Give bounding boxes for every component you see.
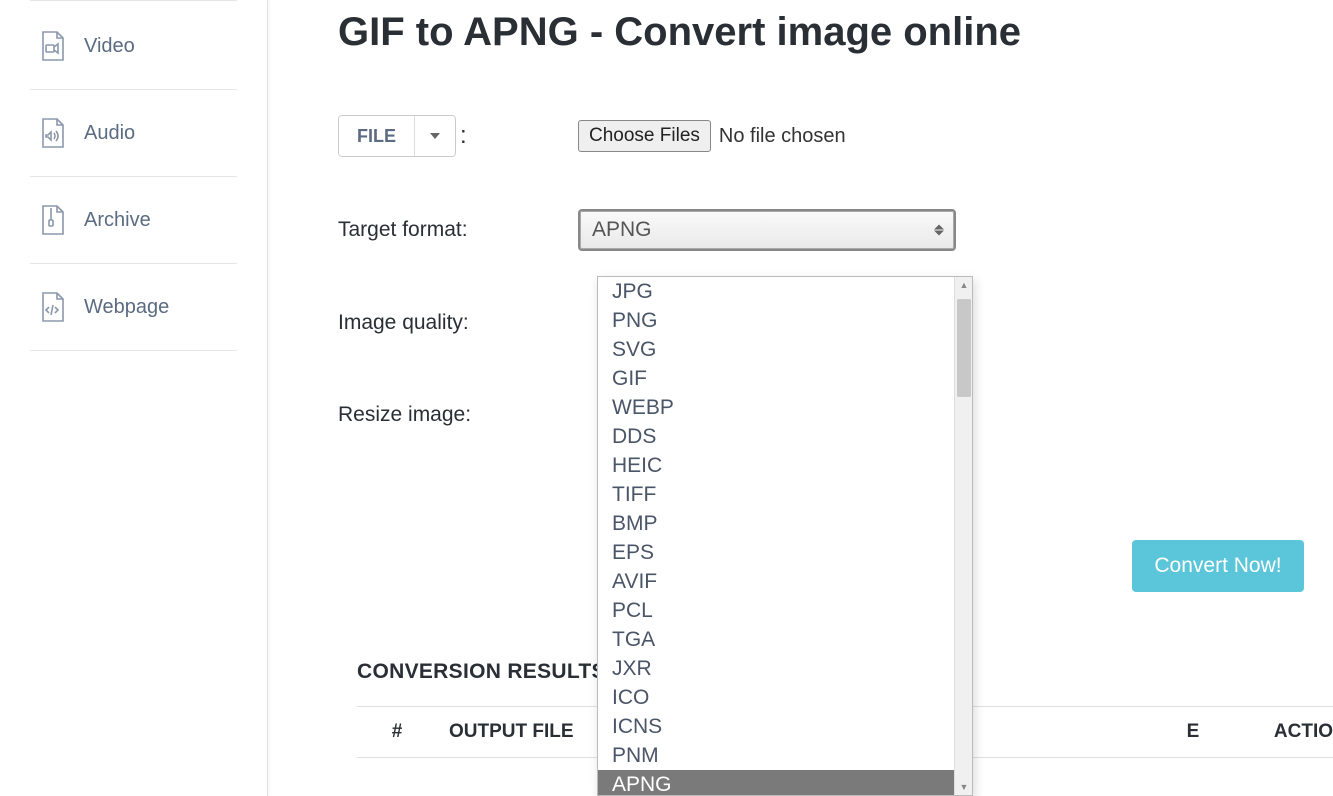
sidebar-item-archive[interactable]: Archive xyxy=(30,177,237,264)
choose-files-button[interactable]: Choose Files xyxy=(578,120,711,152)
webpage-file-icon xyxy=(40,292,64,322)
dropdown-option[interactable]: TGA xyxy=(598,625,954,654)
sidebar-item-webpage[interactable]: Webpage xyxy=(30,264,237,351)
target-format-dropdown: JPGPNGSVGGIFWEBPDDSHEICTIFFBMPEPSAVIFPCL… xyxy=(597,276,973,796)
dropdown-option[interactable]: DDS xyxy=(598,422,954,451)
sidebar-item-label: Audio xyxy=(84,122,135,145)
th-num: # xyxy=(357,721,437,743)
sidebar-inner: Video Audio xyxy=(30,0,237,351)
dropdown-option[interactable]: HEIC xyxy=(598,451,954,480)
dropdown-option[interactable]: ICNS xyxy=(598,712,954,741)
archive-file-icon xyxy=(40,205,64,235)
dropdown-option[interactable]: WEBP xyxy=(598,393,954,422)
scroll-down-icon[interactable]: ▼ xyxy=(955,779,973,795)
colon: : xyxy=(460,122,467,150)
dropdown-option[interactable]: ICO xyxy=(598,683,954,712)
dropdown-option[interactable]: JXR xyxy=(598,654,954,683)
file-input-wrap: Choose Files No file chosen xyxy=(578,120,1263,152)
image-quality-label: Image quality: xyxy=(338,311,578,335)
resize-label: Resize image: xyxy=(338,403,578,427)
sidebar-item-audio[interactable]: Audio xyxy=(30,90,237,177)
dropdown-option[interactable]: BMP xyxy=(598,509,954,538)
sidebar-item-label: Video xyxy=(84,35,135,58)
caret-down-icon xyxy=(430,133,440,139)
audio-file-icon xyxy=(40,118,64,148)
dropdown-option[interactable]: APNG xyxy=(598,770,954,796)
dropdown-option[interactable]: EPS xyxy=(598,538,954,567)
file-control-col: Choose Files No file chosen xyxy=(578,120,1263,152)
dropdown-scrollbar[interactable]: ▲ ▼ xyxy=(954,277,972,795)
target-format-control: APNG xyxy=(578,209,1263,251)
dropdown-items: JPGPNGSVGGIFWEBPDDSHEICTIFFBMPEPSAVIFPCL… xyxy=(598,277,954,796)
dropdown-option[interactable]: TIFF xyxy=(598,480,954,509)
dropdown-option[interactable]: JPG xyxy=(598,277,954,306)
file-source-button-group: FILE xyxy=(338,115,456,157)
file-source-dropdown-toggle[interactable] xyxy=(415,116,455,156)
target-format-value: APNG xyxy=(592,218,652,242)
target-format-label: Target format: xyxy=(338,218,578,242)
th-action: ACTIO xyxy=(1243,721,1333,743)
row-target-format: Target format: APNG xyxy=(338,209,1263,251)
no-file-text: No file chosen xyxy=(719,125,846,148)
dropdown-option[interactable]: AVIF xyxy=(598,567,954,596)
page-title: GIF to APNG - Convert image online xyxy=(338,10,1263,55)
sidebar-item-label: Webpage xyxy=(84,296,169,319)
select-arrows-icon xyxy=(934,225,944,236)
row-file: FILE : Choose Files No file chosen xyxy=(338,115,1263,157)
convert-now-button[interactable]: Convert Now! xyxy=(1132,540,1304,592)
sidebar: Video Audio xyxy=(0,0,268,796)
target-format-select[interactable]: APNG xyxy=(578,209,956,251)
sidebar-item-video[interactable]: Video xyxy=(30,0,237,90)
dropdown-option[interactable]: PCL xyxy=(598,596,954,625)
video-file-icon xyxy=(40,31,64,61)
dropdown-option[interactable]: GIF xyxy=(598,364,954,393)
scroll-up-icon[interactable]: ▲ xyxy=(955,277,973,293)
sidebar-item-label: Archive xyxy=(84,209,151,232)
dropdown-option[interactable]: PNG xyxy=(598,306,954,335)
dropdown-option[interactable]: SVG xyxy=(598,335,954,364)
dropdown-option[interactable]: PNM xyxy=(598,741,954,770)
results-heading: CONVERSION RESULTS: xyxy=(357,660,613,684)
th-e: E xyxy=(1143,721,1243,743)
file-source-button[interactable]: FILE xyxy=(339,116,415,156)
file-label-col: FILE : xyxy=(338,115,578,157)
scrollbar-thumb[interactable] xyxy=(957,299,971,397)
